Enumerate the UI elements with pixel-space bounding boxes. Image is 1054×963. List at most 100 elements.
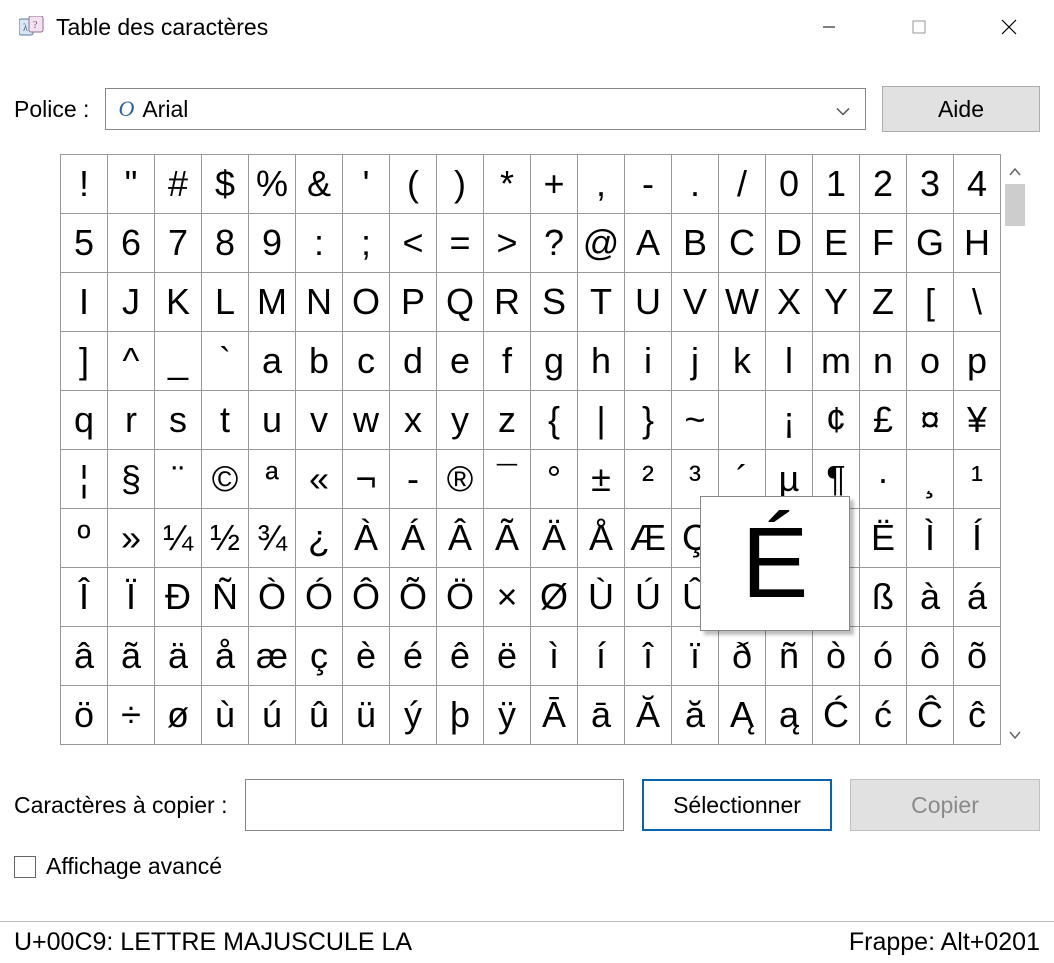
character-cell[interactable]: ¨ [155, 450, 202, 509]
character-cell[interactable]: « [296, 450, 343, 509]
character-cell[interactable]: Ø [531, 568, 578, 627]
character-cell[interactable]: ¾ [249, 509, 296, 568]
maximize-button[interactable] [874, 0, 964, 54]
character-cell[interactable]: w [343, 391, 390, 450]
character-cell[interactable]: ] [61, 332, 108, 391]
character-cell[interactable]: ý [390, 686, 437, 745]
advanced-checkbox[interactable] [14, 856, 36, 878]
character-cell[interactable]: ¯ [484, 450, 531, 509]
character-cell[interactable]: O [343, 273, 390, 332]
character-cell[interactable]: l [766, 332, 813, 391]
character-cell[interactable]: ; [343, 214, 390, 273]
character-cell[interactable]: f [484, 332, 531, 391]
character-cell[interactable]: _ [155, 332, 202, 391]
character-cell[interactable]: " [108, 155, 155, 214]
character-cell[interactable]: W [719, 273, 766, 332]
character-cell[interactable]: © [202, 450, 249, 509]
character-cell[interactable]: \ [954, 273, 1001, 332]
character-cell[interactable]: ú [249, 686, 296, 745]
character-cell[interactable]: î [625, 627, 672, 686]
character-cell[interactable]: ù [202, 686, 249, 745]
character-cell[interactable]: Ć [813, 686, 860, 745]
character-cell[interactable]: @ [578, 214, 625, 273]
character-cell[interactable]: ¢ [813, 391, 860, 450]
minimize-button[interactable] [784, 0, 874, 54]
character-cell[interactable]: ¿ [296, 509, 343, 568]
character-cell[interactable]: è [343, 627, 390, 686]
copy-input[interactable] [245, 779, 624, 831]
character-cell[interactable]: * [484, 155, 531, 214]
character-cell[interactable]: M [249, 273, 296, 332]
character-cell[interactable]: T [578, 273, 625, 332]
character-cell[interactable]: ) [437, 155, 484, 214]
character-cell[interactable]: r [108, 391, 155, 450]
character-cell[interactable]: ã [108, 627, 155, 686]
character-cell[interactable]: Ö [437, 568, 484, 627]
character-cell[interactable]: - [625, 155, 672, 214]
character-cell[interactable]: â [61, 627, 108, 686]
character-cell[interactable]: ` [202, 332, 249, 391]
character-cell[interactable]: ¹ [954, 450, 1001, 509]
character-cell[interactable]: á [954, 568, 1001, 627]
character-cell[interactable]: ó [860, 627, 907, 686]
character-cell[interactable]: 7 [155, 214, 202, 273]
character-cell[interactable]: ì [531, 627, 578, 686]
character-cell[interactable]: k [719, 332, 766, 391]
character-cell[interactable]: ° [531, 450, 578, 509]
character-cell[interactable] [719, 391, 766, 450]
scroll-thumb[interactable] [1005, 184, 1025, 226]
character-cell[interactable]: ø [155, 686, 202, 745]
character-cell[interactable]: ä [155, 627, 202, 686]
character-cell[interactable]: Á [390, 509, 437, 568]
character-cell[interactable]: Ā [531, 686, 578, 745]
character-cell[interactable]: d [390, 332, 437, 391]
character-cell[interactable]: e [437, 332, 484, 391]
character-cell[interactable]: » [108, 509, 155, 568]
character-cell[interactable]: 4 [954, 155, 1001, 214]
character-cell[interactable]: ª [249, 450, 296, 509]
copy-button[interactable]: Copier [850, 779, 1040, 831]
character-cell[interactable]: } [625, 391, 672, 450]
character-cell[interactable]: Ó [296, 568, 343, 627]
character-cell[interactable]: a [249, 332, 296, 391]
character-cell[interactable]: v [296, 391, 343, 450]
character-cell[interactable]: , [578, 155, 625, 214]
character-cell[interactable]: ¦ [61, 450, 108, 509]
character-cell[interactable]: ð [719, 627, 766, 686]
character-cell[interactable]: & [296, 155, 343, 214]
character-cell[interactable]: ¥ [954, 391, 1001, 450]
character-cell[interactable]: ^ [108, 332, 155, 391]
character-cell[interactable]: x [390, 391, 437, 450]
character-cell[interactable]: Ù [578, 568, 625, 627]
character-cell[interactable]: > [484, 214, 531, 273]
character-cell[interactable]: Õ [390, 568, 437, 627]
character-cell[interactable]: % [249, 155, 296, 214]
character-cell[interactable]: Ï [108, 568, 155, 627]
scroll-up-icon[interactable] [1009, 162, 1021, 182]
character-cell[interactable]: 5 [61, 214, 108, 273]
character-cell[interactable]: Ú [625, 568, 672, 627]
character-cell[interactable]: B [672, 214, 719, 273]
character-cell[interactable]: Ă [625, 686, 672, 745]
character-cell[interactable]: t [202, 391, 249, 450]
character-cell[interactable]: ¤ [907, 391, 954, 450]
character-cell[interactable]: ô [907, 627, 954, 686]
character-cell[interactable]: V [672, 273, 719, 332]
character-cell[interactable]: Ð [155, 568, 202, 627]
character-cell[interactable]: ć [860, 686, 907, 745]
character-cell[interactable]: R [484, 273, 531, 332]
character-cell[interactable]: h [578, 332, 625, 391]
character-cell[interactable]: N [296, 273, 343, 332]
character-cell[interactable]: é [390, 627, 437, 686]
character-cell[interactable]: u [249, 391, 296, 450]
character-cell[interactable]: × [484, 568, 531, 627]
character-cell[interactable]: Ĉ [907, 686, 954, 745]
character-cell[interactable]: s [155, 391, 202, 450]
character-cell[interactable]: U [625, 273, 672, 332]
character-cell[interactable]: z [484, 391, 531, 450]
character-cell[interactable]: ½ [202, 509, 249, 568]
font-select[interactable]: O Arial [105, 88, 866, 130]
character-cell[interactable]: ĉ [954, 686, 1001, 745]
character-cell[interactable]: ą [766, 686, 813, 745]
character-cell[interactable]: ÿ [484, 686, 531, 745]
